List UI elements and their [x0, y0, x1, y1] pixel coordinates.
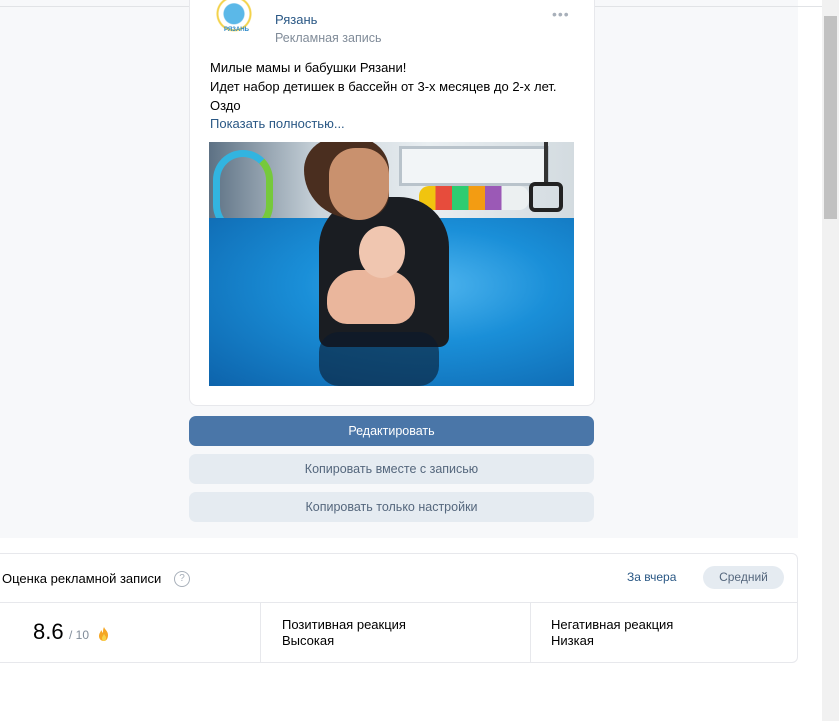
period-link[interactable]: За вчера [627, 570, 676, 584]
copy-settings-button[interactable]: Копировать только настройки [189, 492, 594, 522]
rating-column-divider [530, 603, 531, 663]
group-name-link[interactable]: Рязань [275, 12, 317, 27]
photo-handle [529, 182, 563, 212]
rating-title: Оценка рекламной записи [2, 571, 162, 586]
photo-window [399, 146, 549, 186]
positive-reaction-value: Высокая [282, 633, 335, 648]
post-text-line: Милые мамы и бабушки Рязани! [210, 60, 407, 75]
post-text-line: Оздо [210, 98, 241, 113]
post-text: Милые мамы и бабушки Рязани! Идет набор … [210, 58, 557, 115]
photo-strap [544, 142, 548, 184]
ad-label: Рекламная запись [275, 31, 382, 45]
photo-head [329, 148, 389, 220]
rating-column-divider [260, 603, 261, 663]
negative-reaction-value: Низкая [551, 633, 594, 648]
photo-baby-body [327, 270, 415, 324]
more-horizontal-icon[interactable]: ••• [552, 7, 570, 21]
edit-button[interactable]: Редактировать [189, 416, 594, 446]
scrollbar-thumb[interactable] [824, 16, 837, 219]
positive-reaction-label: Позитивная реакция [282, 617, 406, 632]
level-badge[interactable]: Средний [703, 566, 784, 589]
post-photo[interactable] [209, 142, 574, 386]
photo-toys [419, 186, 529, 210]
page: РЯЗАНЬ Рязань Рекламная запись ••• Милые… [0, 0, 839, 721]
logo-text: РЯЗАНЬ [224, 27, 249, 33]
ad-rating-card [0, 553, 798, 663]
copy-with-post-button[interactable]: Копировать вместе с записью [189, 454, 594, 484]
rating-divider [0, 602, 798, 603]
help-icon[interactable]: ? [174, 571, 190, 587]
rating-score-max: / 10 [69, 628, 90, 642]
fire-icon [99, 627, 108, 641]
rating-score: 8.6 [33, 619, 64, 644]
show-more-link[interactable]: Показать полностью... [210, 116, 345, 131]
photo-baby-head [359, 226, 405, 278]
negative-reaction-label: Негативная реакция [551, 617, 674, 632]
photo-reflection [319, 332, 439, 386]
post-text-line: Идет набор детишек в бассейн от 3-х меся… [210, 79, 557, 94]
